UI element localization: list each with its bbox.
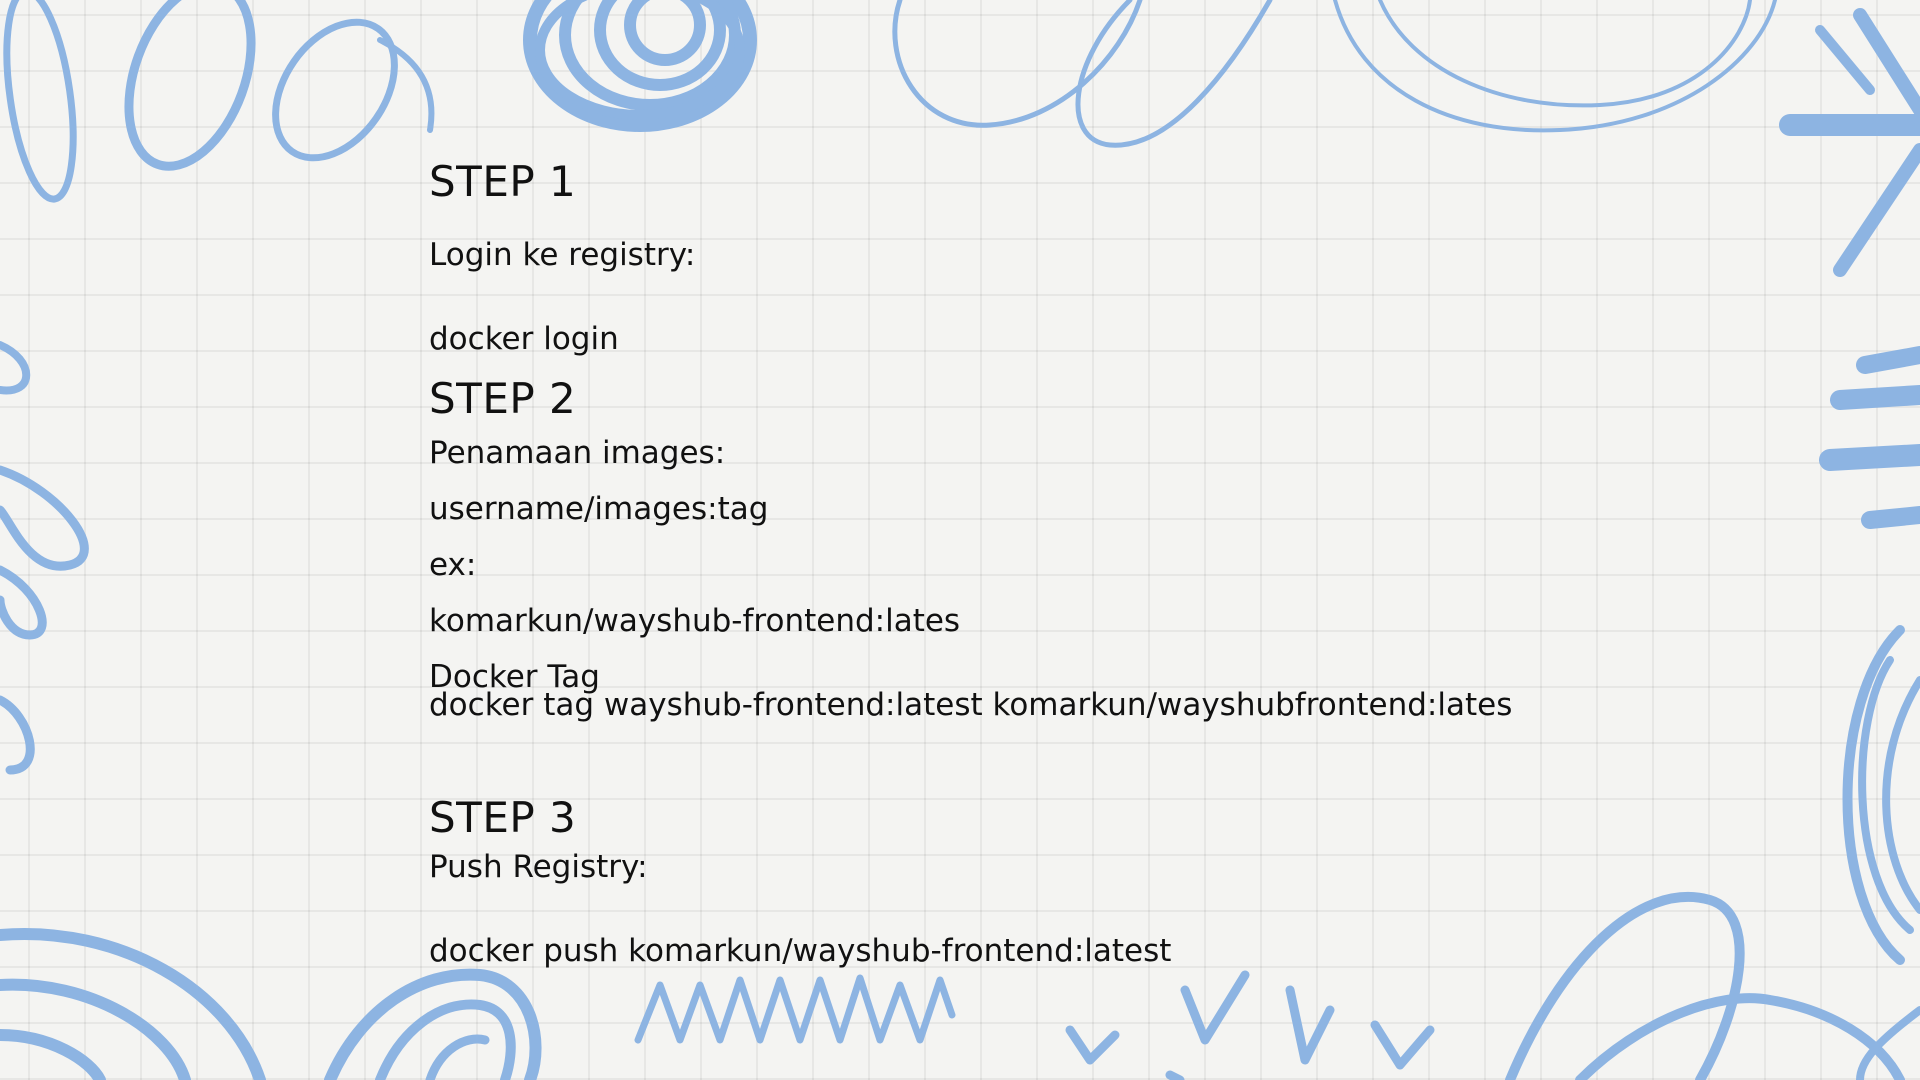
step2-line-naming-label: Penamaan images: — [429, 435, 726, 471]
step3-heading: STEP 3 — [429, 793, 577, 842]
doodle-loop-top-left-3 — [272, 18, 398, 162]
doodle-bar-right-3 — [1819, 444, 1920, 471]
step3-line-push-command: docker push komarkun/wayshub-frontend:la… — [429, 933, 1172, 969]
step2-line-format: username/images:tag — [429, 491, 769, 527]
doodle-tail-top-left — [377, 37, 435, 133]
slide-content: STEP 1 Login ke registry: docker login S… — [429, 0, 1729, 1080]
doodle-loop-left-3 — [0, 565, 47, 640]
doodle-bar-right-4 — [1861, 506, 1920, 529]
step1-line-command: docker login — [429, 321, 619, 357]
doodle-bar-right-2 — [1830, 385, 1920, 410]
step2-heading: STEP 2 — [429, 374, 577, 423]
step3-line-push-label: Push Registry: — [429, 849, 648, 885]
step2-line-example-label: ex: — [429, 547, 477, 583]
step1-line-login-label: Login ke registry: — [429, 237, 696, 273]
step2-line-example: komarkun/wayshub-frontend:lates — [429, 603, 961, 639]
doodle-scribble-right — [1842, 625, 1920, 965]
doodle-loop-top-left-1 — [3, 0, 77, 203]
doodle-star-right — [1779, 8, 1920, 277]
doodle-loop-left-2 — [0, 465, 89, 571]
step2-line-docker-tag-command: docker tag wayshub-frontend:latest komar… — [429, 687, 1513, 723]
doodle-arcs-bottom-left — [0, 928, 266, 1080]
step1-heading: STEP 1 — [429, 157, 577, 206]
doodle-bar-right-1 — [1856, 346, 1920, 374]
doodle-loop-left-1 — [0, 341, 31, 395]
doodle-loop-left-4 — [0, 695, 35, 775]
doodle-loop-top-left-2 — [124, 0, 256, 171]
